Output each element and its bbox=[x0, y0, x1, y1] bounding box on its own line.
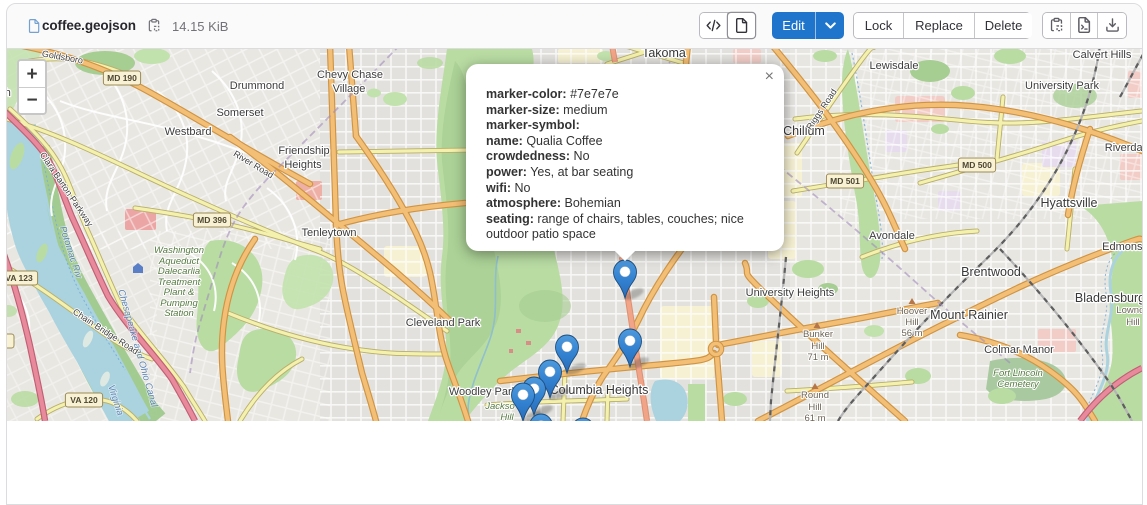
svg-text:VA 123: VA 123 bbox=[7, 273, 33, 283]
popup-content: marker-color: #7e7e7e marker-size: mediu… bbox=[466, 64, 784, 255]
view-toggle-group bbox=[699, 12, 756, 39]
file-icon-actions-group bbox=[1042, 12, 1127, 39]
file-type-icon bbox=[28, 19, 40, 38]
map-label: Bunker bbox=[803, 329, 833, 340]
popup-row: name: Qualia Coffee bbox=[486, 134, 762, 150]
geojson-map[interactable]: MD 190 MD 396 MD 500 MD 501 VA 123 VA 120 5 Ta… bbox=[7, 49, 1142, 421]
document-icon bbox=[735, 18, 748, 33]
map-label: Riverdale bbox=[1105, 142, 1142, 154]
map-label: University Heights bbox=[746, 287, 835, 299]
popup-row: crowdedness: No bbox=[486, 149, 762, 165]
map-label: Hill bbox=[1126, 317, 1139, 328]
road-shield: MD 396 bbox=[193, 213, 230, 227]
svg-text:MD 500: MD 500 bbox=[962, 160, 992, 170]
map-label: 71 m bbox=[807, 352, 828, 363]
popup-row: atmosphere: Bohemian bbox=[486, 196, 762, 212]
file-header: coffee.geojson 14.15 KiB bbox=[7, 4, 1142, 49]
svg-text:MD 396: MD 396 bbox=[197, 215, 227, 225]
popup-row: power: Yes, at bar seating bbox=[486, 165, 762, 181]
map-label: University Park bbox=[1025, 80, 1099, 92]
zoom-out-button[interactable]: − bbox=[19, 87, 45, 113]
map-label: Hill bbox=[811, 341, 824, 352]
doc-code-icon bbox=[1077, 17, 1091, 33]
delete-button[interactable]: Delete bbox=[975, 13, 1032, 38]
edit-dropdown-toggle[interactable] bbox=[815, 12, 844, 39]
popup-row: marker-color: #7e7e7e bbox=[486, 87, 762, 103]
map-label: Brentwood bbox=[961, 265, 1021, 279]
map-label: Colmar Manor bbox=[984, 344, 1054, 356]
popup-row: wifi: No bbox=[486, 181, 762, 197]
code-view-button[interactable] bbox=[700, 13, 728, 38]
map-label: Washington bbox=[154, 245, 204, 256]
map-label: Round bbox=[801, 390, 829, 401]
marker-popup: marker-color: #7e7e7e marker-size: mediu… bbox=[466, 64, 784, 251]
popup-row: marker-symbol: bbox=[486, 118, 762, 134]
map-label: Lownde bbox=[1116, 305, 1142, 316]
chevron-down-icon bbox=[825, 22, 836, 29]
map-label: Avondale bbox=[869, 230, 915, 242]
download-icon bbox=[1105, 17, 1120, 33]
map-label: Edmonston bbox=[1102, 241, 1142, 253]
file-holder: coffee.geojson 14.15 KiB bbox=[6, 3, 1143, 505]
map-label: Heights bbox=[284, 159, 322, 171]
map-label: Village bbox=[333, 83, 366, 95]
rendered-view-button[interactable] bbox=[728, 13, 755, 38]
copy-file-contents-button[interactable] bbox=[1043, 13, 1071, 38]
popup-row: seating: range of chairs, tables, couche… bbox=[486, 212, 762, 243]
file-name: coffee.geojson bbox=[42, 4, 136, 48]
road-shield: MD 190 bbox=[103, 71, 140, 85]
file-size: 14.15 KiB bbox=[172, 4, 228, 48]
map-label: Hoover bbox=[897, 306, 928, 317]
map-label: Somerset bbox=[216, 107, 263, 119]
file-actions-group: Lock Replace Delete bbox=[853, 12, 1031, 39]
edit-button[interactable]: Edit bbox=[772, 12, 815, 39]
map-label: Woodley Park bbox=[449, 386, 518, 398]
map-label: Hill bbox=[808, 402, 821, 413]
map-label: 56 m bbox=[901, 328, 922, 339]
map-label: Plant & bbox=[164, 287, 195, 298]
map-label: Mount Rainier bbox=[930, 308, 1008, 322]
map-label: Cleveland Park bbox=[406, 317, 481, 329]
svg-text:MD 501: MD 501 bbox=[830, 176, 860, 186]
popup-row: marker-size: medium bbox=[486, 103, 762, 119]
replace-button[interactable]: Replace bbox=[904, 13, 975, 38]
map-label: Calvert Hills bbox=[1073, 49, 1132, 61]
map-label: Chevy Chase bbox=[317, 69, 383, 81]
map-label: Drummond bbox=[230, 80, 284, 92]
map-label: Dalecarlia bbox=[158, 266, 200, 277]
zoom-in-button[interactable]: + bbox=[19, 61, 45, 87]
map-label: Fort Lincoln bbox=[993, 368, 1043, 379]
map-label: Station bbox=[164, 308, 194, 319]
map-label: ch bbox=[7, 87, 11, 99]
map-label: Takoma bbox=[642, 49, 686, 60]
road-shield: MD 500 bbox=[958, 158, 995, 172]
map-label: Cemetery bbox=[997, 379, 1039, 390]
map-label: Hill bbox=[905, 317, 918, 328]
map-label: Westbard bbox=[165, 126, 212, 138]
map-label: Jackso bbox=[484, 401, 515, 412]
copy-to-clipboard-icon bbox=[1049, 17, 1064, 33]
map-label: Tenleytown bbox=[301, 227, 356, 239]
map-label: Hyattsville bbox=[1041, 196, 1098, 210]
code-icon bbox=[706, 19, 721, 32]
lock-button[interactable]: Lock bbox=[854, 13, 904, 38]
copy-file-path-button[interactable] bbox=[147, 18, 161, 36]
svg-text:MD 190: MD 190 bbox=[107, 73, 137, 83]
map-label: Lewisdale bbox=[870, 60, 919, 72]
edit-split-button: Edit bbox=[772, 12, 844, 39]
road-shield: 5 bbox=[7, 334, 14, 348]
road-shield: VA 120 bbox=[65, 393, 102, 407]
download-button[interactable] bbox=[1098, 13, 1126, 38]
zoom-control: + − bbox=[17, 59, 47, 115]
road-shield: MD 501 bbox=[826, 174, 863, 188]
map-label: Bladensburg bbox=[1075, 291, 1142, 305]
popup-close-button[interactable]: × bbox=[765, 69, 774, 85]
map-label: Friendship bbox=[278, 145, 329, 157]
road-shield: VA 123 bbox=[7, 271, 38, 285]
open-raw-button[interactable] bbox=[1071, 13, 1099, 38]
svg-text:VA 120: VA 120 bbox=[70, 395, 98, 405]
